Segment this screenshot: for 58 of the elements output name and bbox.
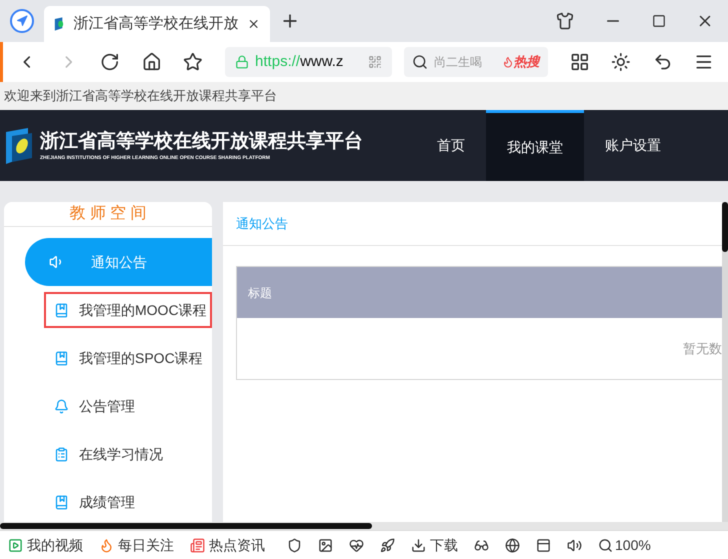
volume-icon[interactable] [567,538,582,552]
download-icon [411,538,426,552]
sidebar-item[interactable]: 公告管理 [44,388,212,424]
image-icon[interactable] [318,538,333,552]
sidebar-item[interactable]: 我管理的SPOC课程 [44,340,212,376]
globe-icon[interactable] [505,538,520,552]
search-placeholder: 尚二生喝 [434,54,482,71]
glasses-icon[interactable] [474,538,489,552]
clipboard-icon [54,446,69,462]
apps-icon[interactable] [570,52,590,72]
home-icon[interactable] [142,52,162,72]
window-icon[interactable] [536,538,551,552]
bell-icon [54,398,69,414]
brightness-icon[interactable] [611,52,631,72]
book-icon [54,302,69,318]
skin-icon[interactable] [556,12,574,30]
heart-pulse-icon[interactable] [349,538,364,552]
site-logo-icon [54,16,66,32]
sidebar-item[interactable]: 在线学习情况 [44,436,212,472]
play-icon [8,538,23,552]
status-item[interactable]: 我的视频 [8,534,83,556]
platform-title: 浙江省高等学校在线开放课程共享平台 [40,130,363,154]
platform-logo-icon [4,128,34,164]
zoom-icon [598,538,613,552]
vertical-scrollbar-thumb[interactable] [722,202,728,252]
status-item[interactable]: 下载 [411,534,458,556]
status-item[interactable]: 热点资讯 [190,534,265,556]
address-bar[interactable]: https://www.z [225,47,392,77]
shield-icon[interactable] [287,538,302,552]
book-icon [54,494,69,510]
sidebar-item[interactable]: 成绩管理 [44,484,212,520]
flame-icon [99,538,114,552]
flame-icon [502,56,514,68]
book-icon [54,350,69,366]
news-icon [190,538,205,552]
maximize-icon[interactable] [652,14,666,28]
undo-icon[interactable] [652,52,672,72]
sidebar-title: 教 师 空 间 [69,204,147,224]
welcome-text: 欢迎来到浙江省高等学校在线开放课程共享平台 [4,87,277,106]
bookmark-icon[interactable] [183,52,204,72]
url-text: https://www.z [255,52,344,72]
qr-code-icon[interactable] [368,55,382,69]
horizontal-scrollbar-thumb[interactable] [0,523,372,529]
status-item[interactable]: 每日关注 [99,534,174,556]
nav-tab[interactable]: 账户设置 [584,110,682,181]
search-icon [412,54,428,70]
reload-icon[interactable] [100,52,120,72]
nav-tab[interactable]: 首页 [416,110,486,181]
empty-message: 暂无数 [683,340,722,358]
lock-icon [235,55,250,69]
nav-tab[interactable]: 我的课堂 [486,110,584,181]
browser-tab[interactable]: 浙江省高等学校在线开放 [44,6,270,42]
browser-logo-icon[interactable] [10,9,34,33]
status-item[interactable]: 100% [598,534,651,556]
rocket-icon[interactable] [380,538,395,552]
tab-title: 浙江省高等学校在线开放 [74,14,239,34]
column-header: 标题 [248,284,272,302]
sidebar-item[interactable]: 我管理的MOOC课程 [44,292,212,328]
